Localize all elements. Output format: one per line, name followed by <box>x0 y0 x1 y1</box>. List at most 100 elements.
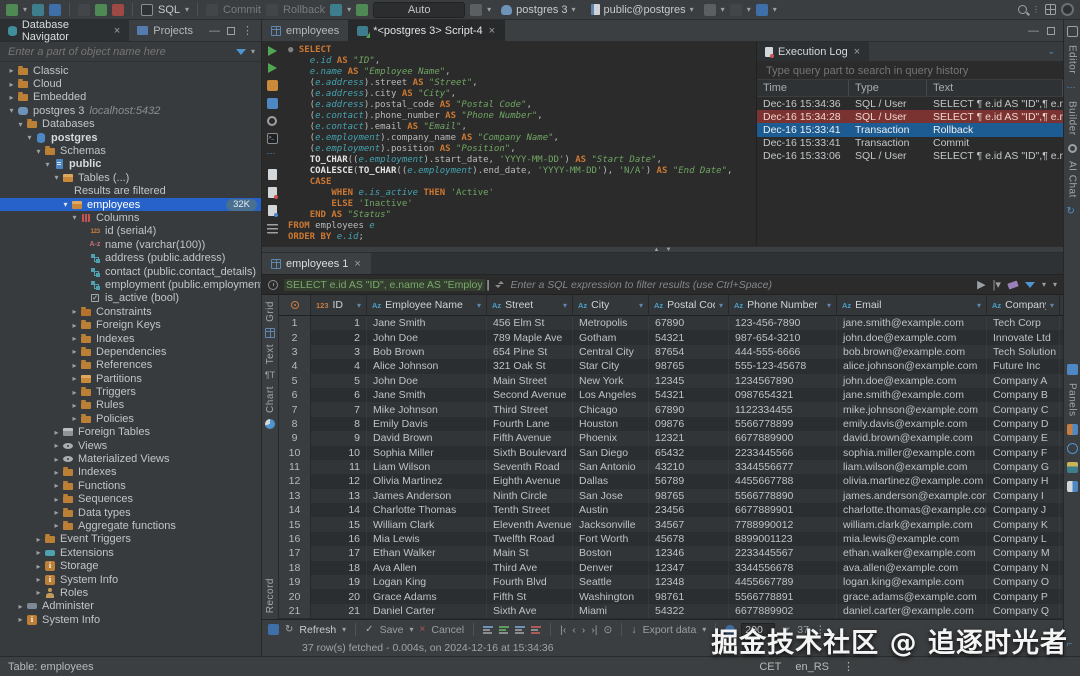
grid-corner[interactable] <box>279 295 311 315</box>
schema-select[interactable]: public@postgres ▾ <box>586 3 699 17</box>
tx-filter-icon[interactable] <box>330 4 342 16</box>
run-filter-icon[interactable]: ▶ <box>977 278 985 291</box>
tree-item[interactable]: ▸Roles <box>0 586 261 599</box>
chevron-icon[interactable]: ▸ <box>51 521 62 530</box>
tree-item[interactable]: ▸Triggers <box>0 385 261 398</box>
tree-item[interactable]: ✓is_active (bool) <box>0 292 261 305</box>
more-options-icon[interactable]: ⋮ <box>1032 5 1040 14</box>
fetch-size-icon[interactable] <box>725 625 735 635</box>
row-number[interactable]: 12 <box>279 474 311 488</box>
tree-item[interactable]: ▾Columns <box>0 211 261 224</box>
execution-log-row[interactable]: Dec-16 15:33:41TransactionCommit <box>757 137 1063 150</box>
refresh-icon[interactable]: ↻ <box>285 624 293 635</box>
table-cell[interactable]: 8 <box>311 417 367 431</box>
add-row-icon[interactable] <box>499 626 509 634</box>
row-number[interactable]: 15 <box>279 517 311 531</box>
table-cell[interactable]: john.doe@example.com <box>837 374 987 388</box>
table-cell[interactable]: Company G <box>987 460 1060 474</box>
panels-icon[interactable] <box>1067 364 1078 375</box>
row-number[interactable]: 7 <box>279 402 311 416</box>
table-cell[interactable]: 3344556678 <box>729 561 837 575</box>
table-cell[interactable]: Fort Worth <box>573 532 649 546</box>
tree-item[interactable]: ▸Rules <box>0 399 261 412</box>
table-cell[interactable]: emily.davis@example.com <box>837 417 987 431</box>
close-icon[interactable]: × <box>113 25 121 37</box>
table-cell[interactable]: bob.brown@example.com <box>837 345 987 359</box>
table-cell[interactable]: Company B <box>987 388 1060 402</box>
tree-item[interactable]: ▸Indexes <box>0 332 261 345</box>
prev-page-icon[interactable]: ‹ <box>572 624 576 636</box>
table-cell[interactable]: 13 <box>311 489 367 503</box>
chevron-icon[interactable]: ▸ <box>69 401 80 410</box>
view-chart-tab[interactable]: Chart <box>265 386 276 413</box>
table-cell[interactable]: david.brown@example.com <box>837 431 987 445</box>
split-down-icon[interactable]: ▼ <box>666 247 672 253</box>
table-cell[interactable]: Jane Smith <box>367 388 487 402</box>
more-options-icon[interactable]: ⋮ <box>242 24 253 37</box>
table-cell[interactable]: Tech Solution <box>987 345 1060 359</box>
table-cell[interactable]: Austin <box>573 503 649 517</box>
horizontal-splitter[interactable]: ▲ ▼ <box>262 246 1063 253</box>
save-icon[interactable]: ✓ <box>365 624 373 635</box>
more-options-icon[interactable]: ⋮ <box>843 660 854 673</box>
sort-dropdown-icon[interactable]: ▾ <box>1053 280 1057 289</box>
table-row[interactable]: 88Emily DavisFourth LaneHouston098765566… <box>279 417 1063 431</box>
table-row[interactable]: 55John DoeMain StreetNew York12345123456… <box>279 374 1063 388</box>
table-cell[interactable]: 1234567890 <box>729 374 837 388</box>
table-cell[interactable]: Star City <box>573 359 649 373</box>
table-row[interactable]: 44Alice Johnson321 Oak StStar City987655… <box>279 359 1063 373</box>
table-cell[interactable]: Company N <box>987 561 1060 575</box>
text-view-icon[interactable]: ¶T <box>265 370 275 380</box>
tree-item[interactable]: ▸Materialized Views <box>0 452 261 465</box>
table-cell[interactable]: 4455667788 <box>729 474 837 488</box>
table-cell[interactable]: 4455667789 <box>729 575 837 589</box>
column-header[interactable]: 123ID▾ <box>311 295 367 315</box>
chevron-down-icon[interactable]: ▾ <box>185 5 189 14</box>
chevron-icon[interactable]: ▾ <box>33 147 44 156</box>
column-header[interactable]: AzStreet▾ <box>487 295 573 315</box>
table-cell[interactable]: New York <box>573 374 649 388</box>
row-number[interactable]: 13 <box>279 489 311 503</box>
table-cell[interactable]: Future Inc <box>987 359 1060 373</box>
history-icon[interactable] <box>470 4 482 16</box>
table-cell[interactable]: Sixth Ave <box>487 604 573 618</box>
layout-icon[interactable] <box>730 4 742 16</box>
avatar[interactable] <box>1061 3 1074 16</box>
chevron-icon[interactable]: ▸ <box>69 374 80 383</box>
table-cell[interactable]: Company E <box>987 431 1060 445</box>
tab-execution-log[interactable]: Execution Log × <box>757 42 869 61</box>
table-cell[interactable]: 2233445567 <box>729 546 837 560</box>
console-icon[interactable] <box>141 4 153 16</box>
table-cell[interactable]: 54322 <box>649 604 729 618</box>
table-row[interactable]: 1919Logan KingFourth BlvdSeattle12348445… <box>279 575 1063 589</box>
maximize-icon[interactable] <box>1047 27 1055 35</box>
table-cell[interactable]: Bob Brown <box>367 345 487 359</box>
table-cell[interactable]: olivia.martinez@example.com <box>837 474 987 488</box>
table-cell[interactable]: 3344556677 <box>729 460 837 474</box>
table-row[interactable]: 1414Charlotte ThomasTenth StreetAustin23… <box>279 503 1063 517</box>
ai-chat-icon[interactable] <box>1068 144 1077 153</box>
collapse-icon[interactable]: ⌄ <box>1039 46 1063 57</box>
table-cell[interactable]: 65432 <box>649 446 729 460</box>
table-cell[interactable]: 12347 <box>649 561 729 575</box>
presentation-icon[interactable] <box>704 4 716 16</box>
tree-item[interactable]: ▸Administer <box>0 600 261 613</box>
tree-item[interactable]: ▾employees32K <box>0 198 261 211</box>
tree-item[interactable]: ▾Schemas <box>0 144 261 157</box>
table-cell[interactable]: Dallas <box>573 474 649 488</box>
chevron-icon[interactable]: ▸ <box>33 575 44 584</box>
table-cell[interactable]: 5566778891 <box>729 589 837 603</box>
table-cell[interactable]: 12345 <box>649 374 729 388</box>
table-cell[interactable]: Company Q <box>987 604 1060 618</box>
chevron-icon[interactable]: ▸ <box>69 321 80 330</box>
table-cell[interactable]: 45678 <box>649 532 729 546</box>
table-cell[interactable]: 6677889900 <box>729 431 837 445</box>
minimize-icon[interactable]: — <box>1028 25 1039 37</box>
table-cell[interactable]: 56789 <box>649 474 729 488</box>
table-row[interactable]: 1818Ava AllenThird AveDenver123473344556… <box>279 561 1063 575</box>
refresh-button[interactable]: Refresh <box>299 624 336 636</box>
table-cell[interactable]: Logan King <box>367 575 487 589</box>
table-cell[interactable]: Olivia Martinez <box>367 474 487 488</box>
chart-strip-icon[interactable] <box>1067 462 1078 473</box>
table-cell[interactable]: Los Angeles <box>573 388 649 402</box>
